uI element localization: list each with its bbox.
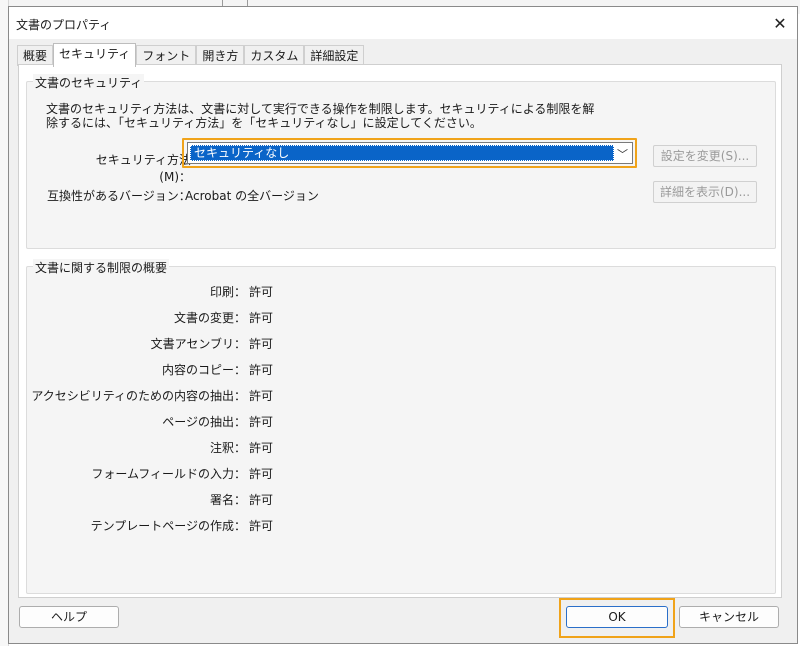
change-settings-button[interactable]: 設定を変更(S)... (653, 145, 757, 167)
permission-row: 文書の変更： 許可 (27, 309, 787, 325)
close-icon[interactable]: ✕ (769, 13, 791, 35)
dialog-title: 文書のプロパティ (16, 18, 112, 32)
help-button[interactable]: ヘルプ (19, 606, 119, 628)
document-security-group: 文書のセキュリティ 文書のセキュリティ方法は、文書に対して実行できる操作を制限し… (26, 74, 776, 249)
permission-row: 注釈： 許可 (27, 439, 787, 455)
permission-row: テンプレートページの作成： 許可 (27, 517, 787, 533)
permission-label: テンプレートページの作成： (90, 519, 246, 533)
permission-row: 内容のコピー： 許可 (27, 361, 787, 377)
permission-value: 許可 (249, 467, 274, 481)
security-method-label: セキュリティ方法(M)： (95, 153, 191, 184)
restrictions-summary-group: 文書に関する制限の概要 印刷： 許可 文書の変更： 許可 文書アセンブリ： 許可… (26, 259, 776, 594)
title-bar: 文書のプロパティ ✕ (9, 7, 797, 39)
permission-value: 許可 (249, 415, 274, 429)
compatibility-value: Acrobat の全バージョン (185, 189, 319, 203)
permission-label: フォームフィールドの入力： (91, 467, 246, 481)
permission-label: 内容のコピー： (161, 363, 246, 377)
permission-row: 署名： 許可 (27, 491, 787, 507)
compatibility-label: 互換性があるバージョン： (47, 189, 191, 203)
permission-row: フォームフィールドの入力： 許可 (27, 465, 787, 481)
permission-label: ページの抽出： (162, 415, 246, 429)
permission-label: 印刷： (209, 285, 246, 299)
permission-row: アクセシビリティのための内容の抽出： 許可 (27, 387, 787, 403)
cancel-button[interactable]: キャンセル (679, 606, 779, 628)
permission-value: 許可 (249, 519, 274, 533)
security-tab-panel: 文書のセキュリティ 文書のセキュリティ方法は、文書に対して実行できる操作を制限し… (18, 64, 782, 598)
permission-value: 許可 (249, 493, 274, 507)
permission-value: 許可 (249, 363, 274, 377)
document-properties-dialog: 文書のプロパティ ✕ 概要 セキュリティ フォント 開き方 カスタム 詳細設定 … (8, 6, 798, 644)
security-description-line: 除するには、「セキュリティ方法」を「セキュリティなし」に設定してください。 (46, 116, 482, 130)
chevron-down-icon[interactable]: ﹀ (617, 146, 628, 162)
tab-advanced[interactable]: 詳細設定 (304, 45, 365, 66)
permission-value: 許可 (249, 337, 274, 351)
permission-value: 許可 (249, 311, 274, 325)
tab-custom[interactable]: カスタム (244, 45, 305, 66)
permission-label: 注釈： (209, 441, 246, 455)
permission-label: 署名： (209, 493, 246, 507)
permission-value: 許可 (249, 389, 274, 403)
permission-label: 文書アセンブリ： (150, 337, 246, 351)
tab-fonts[interactable]: フォント (136, 45, 197, 66)
security-description-line: 文書のセキュリティ方法は、文書に対して実行できる操作を制限します。セキュリティに… (46, 102, 595, 116)
permission-label: アクセシビリティのための内容の抽出： (31, 389, 246, 403)
tab-bar: 概要 セキュリティ フォント 開き方 カスタム 詳細設定 (17, 43, 365, 67)
tab-overview[interactable]: 概要 (17, 45, 54, 66)
document-security-legend: 文書のセキュリティ (33, 74, 145, 91)
permission-label: 文書の変更： (173, 311, 246, 325)
security-description: 文書のセキュリティ方法は、文書に対して実行できる操作を制限します。セキュリティに… (46, 102, 746, 130)
ok-button[interactable]: OK (566, 606, 668, 628)
tab-initial-view[interactable]: 開き方 (196, 45, 245, 66)
permission-row: ページの抽出： 許可 (27, 413, 787, 429)
security-method-selected-value: セキュリティなし (190, 145, 614, 161)
show-details-button[interactable]: 詳細を表示(D)... (653, 181, 757, 203)
permission-value: 許可 (249, 285, 274, 299)
permission-row: 文書アセンブリ： 許可 (27, 335, 787, 351)
security-method-select[interactable]: セキュリティなし ﹀ (187, 142, 633, 164)
tab-security[interactable]: セキュリティ (53, 43, 137, 67)
permission-row: 印刷： 許可 (27, 283, 787, 299)
permission-value: 許可 (249, 441, 274, 455)
restrictions-summary-legend: 文書に関する制限の概要 (33, 259, 170, 276)
